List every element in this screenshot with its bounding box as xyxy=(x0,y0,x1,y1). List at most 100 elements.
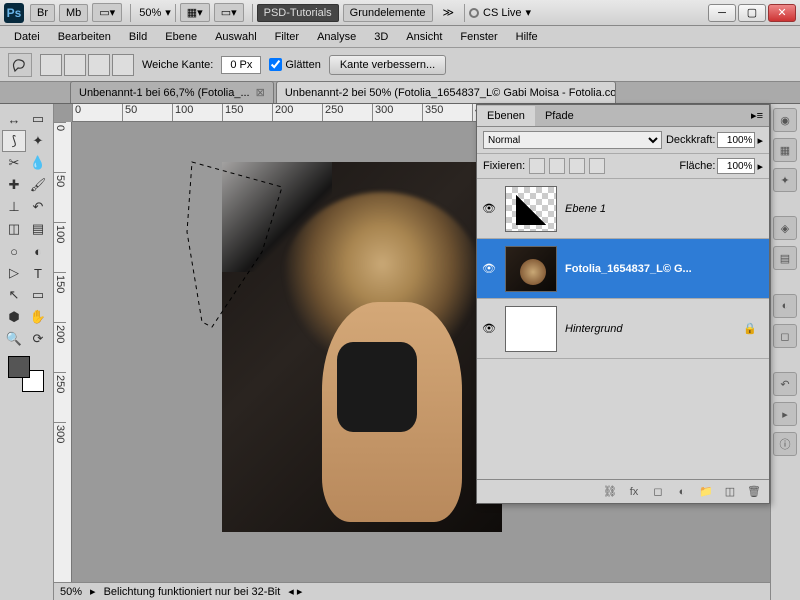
layer-fx-icon[interactable]: fx xyxy=(625,484,643,500)
subtract-selection-button[interactable] xyxy=(88,54,110,76)
tab-pfade[interactable]: Pfade xyxy=(535,106,584,126)
delete-layer-icon[interactable]: 🗑 xyxy=(745,484,763,500)
styles-panel-icon[interactable]: ✦ xyxy=(773,168,797,192)
menu-bearbeiten[interactable]: Bearbeiten xyxy=(50,28,119,46)
lock-pixels-button[interactable] xyxy=(549,158,565,174)
type-tool[interactable]: T xyxy=(26,262,50,284)
layer-mask-icon[interactable]: ◻ xyxy=(649,484,667,500)
minibridge-button[interactable]: Mb xyxy=(59,4,88,22)
gradient-tool[interactable]: ▤ xyxy=(26,218,50,240)
feather-input[interactable] xyxy=(221,56,261,74)
screen-mode-button[interactable]: ▭▾ xyxy=(92,3,122,22)
maximize-button[interactable]: ▢ xyxy=(738,4,766,22)
adjustments-panel-icon[interactable]: ◐ xyxy=(773,294,797,318)
menu-ebene[interactable]: Ebene xyxy=(157,28,205,46)
lasso-tool[interactable]: ⟆ xyxy=(2,130,26,152)
layer-name[interactable]: Ebene 1 xyxy=(565,203,765,215)
history-panel-icon[interactable]: ↶ xyxy=(773,372,797,396)
eyedropper-tool[interactable]: 💧 xyxy=(26,152,50,174)
arrange-button[interactable]: ▭▾ xyxy=(214,3,244,22)
workspace-button[interactable]: PSD-Tutorials xyxy=(257,4,339,22)
info-panel-icon[interactable]: ⓘ xyxy=(773,432,797,456)
menu-hilfe[interactable]: Hilfe xyxy=(508,28,546,46)
history-brush-tool[interactable]: ↶ xyxy=(26,196,50,218)
zoom-tool[interactable]: 🔍 xyxy=(2,328,26,350)
add-selection-button[interactable] xyxy=(64,54,86,76)
adjustment-layer-icon[interactable]: ◐ xyxy=(673,484,691,500)
brush-tool[interactable]: 🖌 xyxy=(26,174,50,196)
color-panel-icon[interactable]: ◉ xyxy=(773,108,797,132)
close-tab-icon[interactable]: ⊠ xyxy=(256,86,265,99)
menu-auswahl[interactable]: Auswahl xyxy=(207,28,265,46)
layer-name[interactable]: Hintergrund xyxy=(565,323,735,335)
lock-position-button[interactable] xyxy=(569,158,585,174)
blur-tool[interactable]: ○ xyxy=(2,240,26,262)
layer-thumbnail[interactable] xyxy=(505,246,557,292)
visibility-icon[interactable]: 👁 xyxy=(481,261,497,277)
layer-row[interactable]: 👁 Fotolia_1654837_L© G... xyxy=(477,239,769,299)
intersect-selection-button[interactable] xyxy=(112,54,134,76)
channels-panel-icon[interactable]: ▤ xyxy=(773,246,797,270)
eraser-tool[interactable]: ◫ xyxy=(2,218,26,240)
menu-bild[interactable]: Bild xyxy=(121,28,155,46)
fill-input[interactable] xyxy=(717,158,755,174)
masks-panel-icon[interactable]: ◻ xyxy=(773,324,797,348)
layer-thumbnail[interactable] xyxy=(505,186,557,232)
wand-tool[interactable]: ✦ xyxy=(26,130,50,152)
lock-all-button[interactable] xyxy=(589,158,605,174)
new-selection-button[interactable] xyxy=(40,54,62,76)
visibility-icon[interactable]: 👁 xyxy=(481,321,497,337)
layer-name[interactable]: Fotolia_1654837_L© G... xyxy=(565,263,765,275)
layer-thumbnail[interactable] xyxy=(505,306,557,352)
new-layer-icon[interactable]: ◫ xyxy=(721,484,739,500)
antialias-checkbox[interactable]: Glätten xyxy=(269,58,320,71)
healing-tool[interactable]: ✚ xyxy=(2,174,26,196)
layer-row[interactable]: 👁 Ebene 1 xyxy=(477,179,769,239)
dodge-tool[interactable]: ◐ xyxy=(26,240,50,262)
layer-row[interactable]: 👁 Hintergrund 🔒 xyxy=(477,299,769,359)
menu-analyse[interactable]: Analyse xyxy=(309,28,364,46)
minimize-button[interactable]: ─ xyxy=(708,4,736,22)
menu-3d[interactable]: 3D xyxy=(366,28,396,46)
3d-tool[interactable]: ⬢ xyxy=(2,306,26,328)
hand-tool[interactable]: ✋ xyxy=(26,306,50,328)
cs-live[interactable]: CS Live▾ xyxy=(469,6,531,19)
pen-tool[interactable]: ▷ xyxy=(2,262,26,284)
zoom-level[interactable]: 50% xyxy=(139,7,161,19)
marquee-tool[interactable]: ▭ xyxy=(26,108,50,130)
document-tab[interactable]: Unbenannt-2 bei 50% (Fotolia_1654837_L© … xyxy=(276,81,616,103)
menu-fenster[interactable]: Fenster xyxy=(452,28,505,46)
blend-mode-select[interactable]: Normal xyxy=(483,131,662,149)
shape-tool[interactable]: ▭ xyxy=(26,284,50,306)
layers-panel-icon[interactable]: ◈ xyxy=(773,216,797,240)
flyout-icon[interactable]: ▸ xyxy=(757,160,763,173)
crop-tool[interactable]: ✂ xyxy=(2,152,26,174)
dropdown-icon[interactable]: ▾ xyxy=(165,6,171,19)
actions-panel-icon[interactable]: ▸ xyxy=(773,402,797,426)
tab-ebenen[interactable]: Ebenen xyxy=(477,106,535,126)
rotate-tool[interactable]: ⟳ xyxy=(26,328,50,350)
link-layers-icon[interactable]: ⛓ xyxy=(601,484,619,500)
flyout-icon[interactable]: ▸ xyxy=(757,134,763,147)
opacity-input[interactable] xyxy=(717,132,755,148)
group-icon[interactable]: 📁 xyxy=(697,484,715,500)
refine-edge-button[interactable]: Kante verbessern... xyxy=(329,55,446,75)
stamp-tool[interactable]: ⊥ xyxy=(2,196,26,218)
lock-transparency-button[interactable] xyxy=(529,158,545,174)
menu-filter[interactable]: Filter xyxy=(267,28,307,46)
document-tab[interactable]: Unbenannt-1 bei 66,7% (Fotolia_...⊠ xyxy=(70,81,274,103)
more-icon[interactable]: ≫ xyxy=(443,6,455,19)
color-swatches[interactable] xyxy=(8,356,44,392)
close-button[interactable]: ✕ xyxy=(768,4,796,22)
path-select-tool[interactable]: ↖ xyxy=(2,284,26,306)
visibility-icon[interactable]: 👁 xyxy=(481,201,497,217)
view-extras-button[interactable]: ▦▾ xyxy=(180,3,210,22)
zoom-readout[interactable]: 50% xyxy=(60,586,82,598)
bridge-button[interactable]: Br xyxy=(30,4,55,22)
swatches-panel-icon[interactable]: ▦ xyxy=(773,138,797,162)
move-tool[interactable]: ↔ xyxy=(2,108,26,130)
menu-ansicht[interactable]: Ansicht xyxy=(398,28,450,46)
panel-menu-icon[interactable]: ▸≡ xyxy=(745,109,769,122)
menu-datei[interactable]: Datei xyxy=(6,28,48,46)
workspace-button-2[interactable]: Grundelemente xyxy=(343,4,433,22)
